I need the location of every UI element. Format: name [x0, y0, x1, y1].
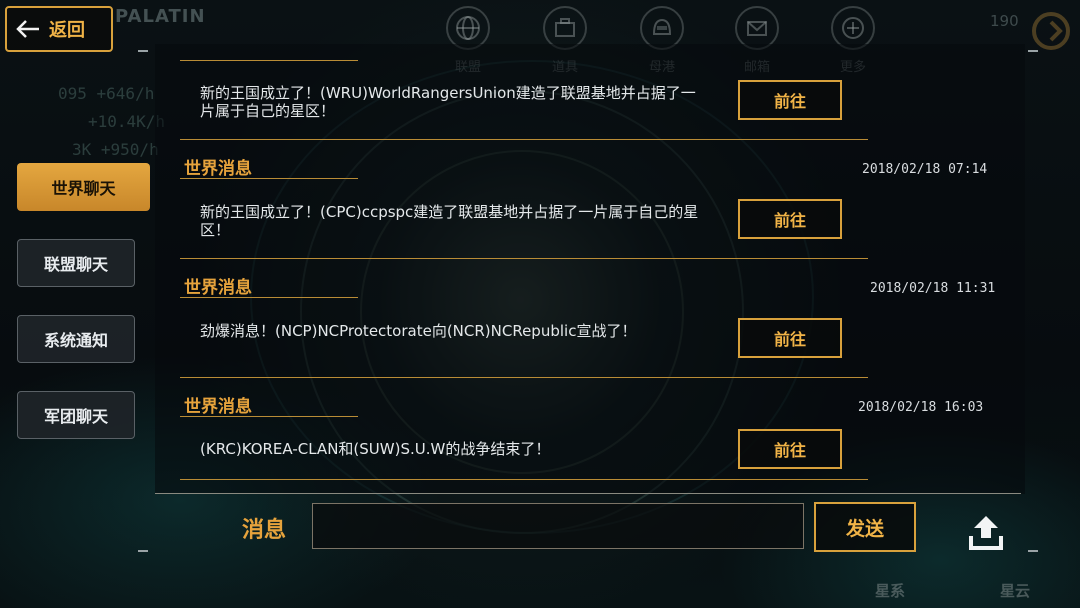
goto-button[interactable]: 前往	[738, 80, 842, 120]
header-underline	[180, 297, 358, 298]
back-button-label: 返回	[49, 20, 85, 41]
top-counter: 190	[990, 12, 1019, 30]
header-underline	[180, 416, 358, 417]
player-name: PALATIN	[115, 6, 206, 27]
divider	[180, 377, 868, 378]
message-label: 消息	[242, 518, 287, 543]
resource-readout-1: 095 +646/h	[58, 84, 155, 103]
tab-system-notice[interactable]: 系统通知	[17, 315, 135, 363]
message-timestamp: 2018/02/18 07:14	[862, 162, 988, 177]
galaxy-label[interactable]: 星系	[875, 580, 905, 601]
tab-alliance-chat[interactable]: 联盟聊天	[17, 239, 135, 287]
game-logo-icon	[1032, 12, 1070, 50]
nebula-label[interactable]: 星云	[1000, 580, 1030, 601]
upload-icon[interactable]	[966, 512, 1006, 552]
message-header: 世界消息	[184, 278, 252, 298]
composer-divider	[155, 493, 1021, 494]
goto-button[interactable]: 前往	[738, 318, 842, 358]
send-button[interactable]: 发送	[814, 502, 916, 552]
header-underline	[180, 178, 358, 179]
resource-readout-3: 3K +950/h	[72, 140, 159, 159]
resource-readout-2: +10.4K/h	[88, 112, 166, 131]
message-text: 劲爆消息！(NCP)NCProtectorate向(NCR)NCRepublic…	[200, 322, 637, 340]
goto-button[interactable]: 前往	[738, 199, 842, 239]
divider	[180, 258, 868, 259]
message-text: 新的王国成立了！(CPC)ccpspc建造了联盟基地并占据了一片属于自己的星区！	[200, 203, 699, 239]
tab-legion-chat[interactable]: 军团聊天	[17, 391, 135, 439]
message-timestamp: 2018/02/18 11:31	[870, 281, 996, 296]
message-header: 世界消息	[184, 159, 252, 179]
message-input[interactable]	[312, 503, 804, 549]
message-timestamp: 2018/02/18 16:03	[858, 400, 984, 415]
back-button[interactable]: 返回	[5, 6, 113, 52]
divider	[180, 479, 868, 480]
frame-corner	[1028, 550, 1038, 552]
message-text: (KRC)KOREA-CLAN和(SUW)S.U.W的战争结束了！	[200, 440, 551, 458]
frame-corner	[138, 550, 148, 552]
divider	[180, 139, 868, 140]
goto-button[interactable]: 前往	[738, 429, 842, 469]
frame-corner	[138, 50, 148, 52]
divider	[180, 60, 358, 61]
frame-corner	[1028, 50, 1038, 52]
back-arrow-icon	[16, 20, 39, 38]
message-text: 新的王国成立了！(WRU)WorldRangersUnion建造了联盟基地并占据…	[200, 84, 696, 120]
message-header: 世界消息	[184, 397, 252, 417]
tab-world-chat[interactable]: 世界聊天	[17, 163, 150, 211]
